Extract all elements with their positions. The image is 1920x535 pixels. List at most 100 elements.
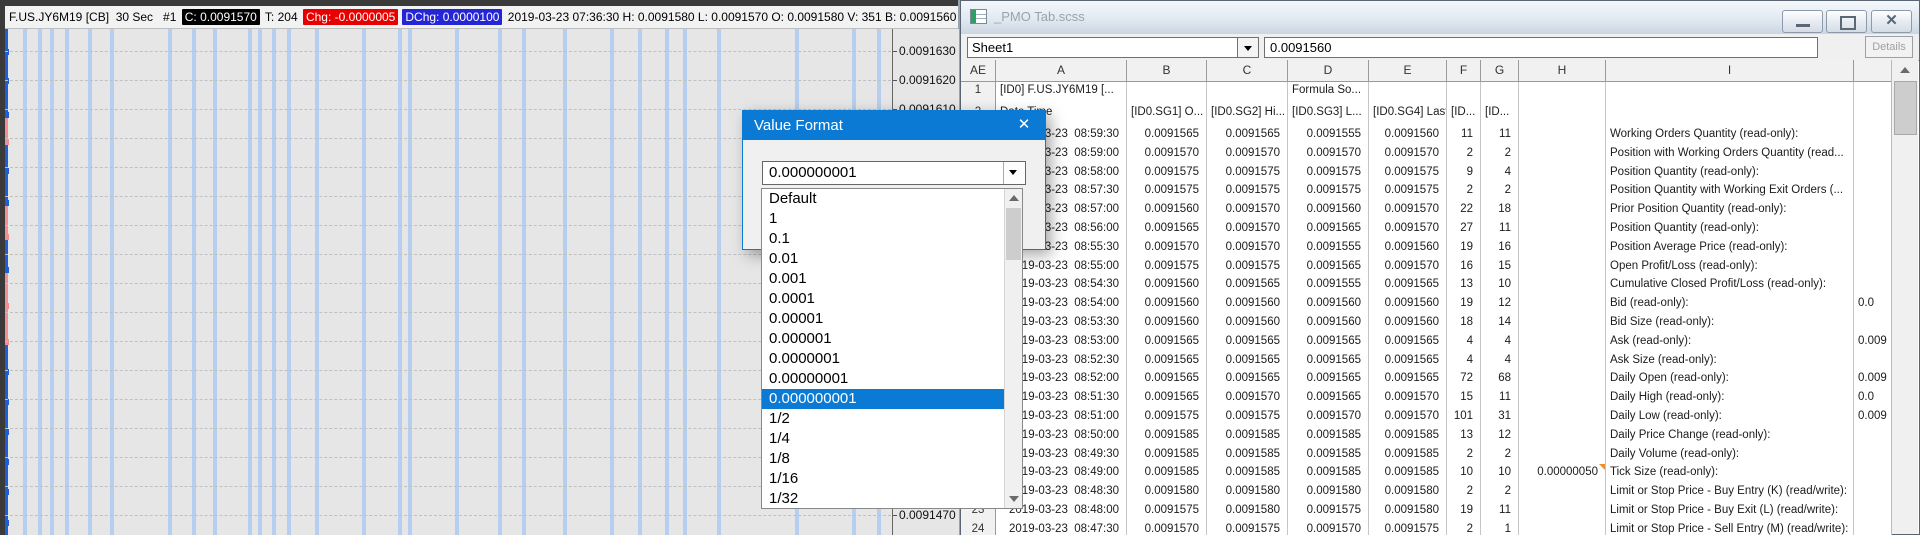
column-header-C[interactable]: C (1207, 60, 1288, 82)
cell[interactable]: 0.0091585 (1288, 464, 1369, 485)
cell[interactable]: 0.0091565 (1127, 370, 1207, 391)
cell[interactable]: 13 (1447, 426, 1481, 447)
cell[interactable]: 12 (1481, 295, 1519, 315)
cell[interactable]: 11 (1481, 220, 1519, 240)
cell[interactable]: [ID... (1447, 104, 1481, 127)
cell[interactable]: 2 (1447, 445, 1481, 466)
cell[interactable] (1369, 82, 1447, 105)
cell[interactable]: [ID0.SG3] L... (1288, 104, 1369, 127)
cell[interactable]: Daily Volume (read-only): (1606, 445, 1854, 466)
cell[interactable]: 0.0091575 (1369, 163, 1447, 184)
cell[interactable]: 4 (1447, 351, 1481, 372)
column-header-H[interactable]: H (1519, 60, 1606, 82)
format-option[interactable]: 1/4 (762, 429, 1005, 449)
cell[interactable] (1519, 314, 1606, 334)
cell[interactable]: 0.0091580 (1127, 483, 1207, 503)
cell[interactable]: [ID0.SG4] Last (1369, 104, 1447, 127)
sheet-selector[interactable]: Sheet1 (967, 37, 1259, 58)
cell[interactable]: 0.0091565 (1207, 276, 1288, 297)
cell[interactable]: 0.0091565 (1288, 351, 1369, 372)
cell[interactable] (1854, 502, 1892, 522)
cell[interactable]: 0.0091585 (1369, 445, 1447, 466)
cell[interactable]: 0.0091570 (1288, 520, 1369, 535)
cell[interactable]: 0.0091560 (1207, 314, 1288, 334)
cell[interactable]: 0.0091570 (1127, 238, 1207, 259)
cell[interactable] (1519, 332, 1606, 353)
cell[interactable]: 2 (1447, 520, 1481, 535)
cell[interactable]: Ask Size (read-only): (1606, 351, 1854, 372)
cell[interactable]: 4 (1481, 163, 1519, 184)
cell[interactable]: 18 (1447, 314, 1481, 334)
cell[interactable]: 27 (1447, 220, 1481, 240)
cell[interactable] (1519, 257, 1606, 278)
row-number[interactable]: 1 (961, 82, 996, 105)
scrollbar-thumb[interactable] (1894, 81, 1917, 135)
cell[interactable]: 4 (1447, 332, 1481, 353)
cell[interactable] (1854, 445, 1892, 466)
cell[interactable]: 10 (1447, 464, 1481, 485)
cell[interactable]: Bid Size (read-only): (1606, 314, 1854, 334)
cell[interactable]: 0.0091565 (1127, 332, 1207, 353)
cell[interactable] (1519, 370, 1606, 391)
cell[interactable]: Limit or Stop Price - Buy Exit (L) (read… (1606, 502, 1854, 522)
cell[interactable]: 31 (1481, 408, 1519, 428)
cell[interactable]: [ID0.SG1] O... (1127, 104, 1207, 127)
cell[interactable]: 9 (1447, 163, 1481, 184)
cell[interactable]: 16 (1447, 257, 1481, 278)
cell[interactable]: 18 (1481, 201, 1519, 221)
cell[interactable]: 0.0091575 (1207, 163, 1288, 184)
cell[interactable]: 0.0091565 (1127, 126, 1207, 146)
cell[interactable]: 2 (1447, 144, 1481, 165)
cell[interactable]: 0.0091585 (1288, 426, 1369, 447)
cell[interactable]: 0.0091570 (1369, 144, 1447, 165)
cell[interactable] (1519, 520, 1606, 535)
details-button[interactable]: Details (1865, 36, 1913, 58)
cell[interactable]: 2 (1481, 483, 1519, 503)
format-option[interactable]: 0.0001 (762, 289, 1005, 309)
cell[interactable]: 101 (1447, 408, 1481, 428)
cell[interactable]: 1 (1481, 520, 1519, 535)
cell[interactable]: 2 (1481, 144, 1519, 165)
cell[interactable] (1519, 144, 1606, 165)
cell[interactable]: 0.0091560 (1207, 295, 1288, 315)
cell[interactable] (1854, 276, 1892, 297)
cell[interactable]: 0.0091565 (1369, 370, 1447, 391)
cell[interactable]: 0.0091575 (1369, 520, 1447, 535)
cell[interactable] (1854, 314, 1892, 334)
dropdown-scrollbar-thumb[interactable] (1006, 208, 1021, 260)
row-number[interactable]: 24 (961, 520, 996, 535)
cell[interactable]: 0.0091570 (1207, 238, 1288, 259)
cell[interactable] (1519, 163, 1606, 184)
cell[interactable] (1854, 182, 1892, 203)
cell[interactable]: Working Orders Quantity (read-only): (1606, 126, 1854, 146)
cell[interactable]: 0.0091565 (1288, 220, 1369, 240)
vertical-scrollbar[interactable] (1891, 60, 1918, 534)
dialog-close-icon[interactable]: ✕ (1003, 111, 1045, 140)
grid-corner-cell[interactable]: AE (961, 60, 996, 82)
cell[interactable]: 0.0091560 (1127, 201, 1207, 221)
cell[interactable]: Position with Working Orders Quantity (r… (1606, 144, 1854, 165)
cell[interactable]: Daily Low (read-only): (1606, 408, 1854, 428)
column-header-E[interactable]: E (1369, 60, 1447, 82)
cell[interactable]: 15 (1447, 389, 1481, 409)
cell[interactable]: 0.0 (1854, 389, 1892, 409)
cell[interactable]: 0.0091565 (1369, 276, 1447, 297)
cell[interactable] (1519, 408, 1606, 428)
cell[interactable]: 0.0091570 (1207, 389, 1288, 409)
cell[interactable] (1854, 426, 1892, 447)
format-option[interactable]: 0.000000001 (762, 389, 1005, 409)
cell[interactable]: 0.0091585 (1207, 464, 1288, 485)
cell[interactable]: 19 (1447, 502, 1481, 522)
cell[interactable]: 0.0091570 (1207, 220, 1288, 240)
cell[interactable]: 2 (1447, 483, 1481, 503)
cell[interactable]: Position Quantity with Working Exit Orde… (1606, 182, 1854, 203)
cell[interactable]: 0.0091560 (1369, 238, 1447, 259)
cell[interactable]: 0.0091560 (1127, 314, 1207, 334)
format-option[interactable]: 1/16 (762, 469, 1005, 489)
cell[interactable]: 0.0091565 (1207, 332, 1288, 353)
cell[interactable] (1854, 144, 1892, 165)
cell[interactable] (1854, 201, 1892, 221)
cell[interactable]: 0.0091560 (1127, 276, 1207, 297)
cell[interactable]: 22 (1447, 201, 1481, 221)
cell[interactable]: 0.0091575 (1127, 502, 1207, 522)
